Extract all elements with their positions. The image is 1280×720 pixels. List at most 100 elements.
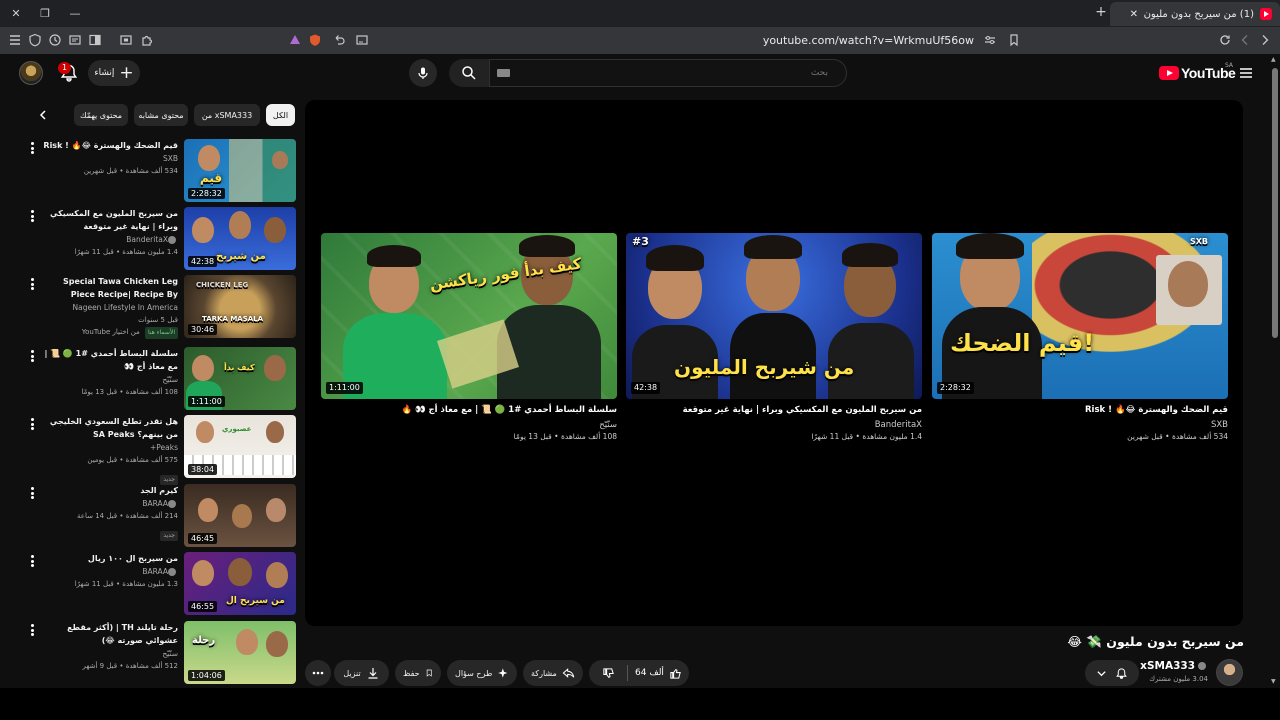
video-title[interactable]: من سيربح ال ١٠٠ ريال [40, 552, 178, 565]
scroll-down-icon[interactable]: ▼ [1271, 678, 1276, 685]
video-thumbnail[interactable]: من سيربح ال 46:55 [184, 552, 296, 615]
ask-button[interactable]: طرح سؤال [447, 660, 517, 686]
site-settings-icon[interactable] [982, 32, 998, 48]
window-close-icon[interactable]: ✕ [7, 4, 25, 22]
channel-name[interactable]: سنّيّح [40, 374, 178, 386]
page-scrollbar[interactable]: ▲ ▼ [1270, 54, 1280, 688]
screenshot-icon[interactable] [118, 32, 134, 48]
more-actions-icon[interactable] [26, 349, 38, 363]
pip-icon[interactable] [354, 32, 370, 48]
channel-name[interactable]: Peaks+ [40, 442, 178, 454]
video-thumbnail[interactable]: عصبوري 38:04 [184, 415, 296, 478]
youtube-logo[interactable]: YouTube [1159, 65, 1236, 81]
more-actions-icon[interactable] [26, 554, 38, 568]
channel-name[interactable]: سنّيّح [321, 419, 617, 431]
channel-name[interactable]: BanderitaX [126, 235, 168, 244]
save-button[interactable]: حفظ [395, 660, 441, 686]
video-title[interactable]: قيم الضحك والهسترة 😂🔥 ! Risk [932, 404, 1228, 416]
extension-puzzle-icon[interactable] [139, 32, 155, 48]
video-title[interactable]: من سيربح المليون مع المكسيكي وبراء | نها… [626, 404, 922, 416]
channel-name[interactable]: xSMA333 [1140, 660, 1195, 672]
video-thumbnail[interactable]: قيم الضحك! SXB 2:28:32 [932, 233, 1228, 399]
reader-icon[interactable] [67, 32, 83, 48]
subscription-button[interactable] [1085, 660, 1139, 686]
channel-name[interactable]: BanderitaX [626, 419, 922, 431]
list-item[interactable]: من سيربح المليون مع المكسيكي وبراء | نها… [24, 207, 296, 271]
end-screen-card[interactable]: #3 من شيربح المليون 42:38 من سيربح الملي… [626, 233, 922, 443]
video-player[interactable]: كيف بدأ فور رياكشن 1:11:00 سلسلة البساط … [305, 100, 1243, 626]
more-actions-icon[interactable] [26, 486, 38, 500]
keyboard-icon[interactable] [497, 69, 510, 77]
list-item[interactable]: Special Tawa Chicken Leg Piece Recipe| R… [24, 275, 296, 339]
search-input[interactable] [489, 59, 847, 87]
like-button[interactable]: 64 ألف [628, 660, 689, 686]
video-thumbnail[interactable]: 46:45 [184, 484, 296, 547]
video-title[interactable]: كيرم الجد [40, 484, 178, 497]
reload-icon[interactable] [1217, 32, 1233, 48]
guide-menu-icon[interactable] [1238, 65, 1254, 81]
scroll-thumb[interactable] [1272, 68, 1278, 338]
chip-all[interactable]: الكل [266, 104, 295, 126]
new-tab-button[interactable]: + [1092, 4, 1110, 20]
channel-name[interactable]: BARAA [142, 499, 168, 508]
chip-related[interactable]: محتوى مشابه [134, 104, 188, 126]
address-bar[interactable]: youtube.com/watch?v=WrkmuUf56ow [280, 30, 1030, 51]
window-minimize-icon[interactable]: — [66, 4, 84, 22]
more-actions-icon[interactable] [26, 209, 38, 223]
channel-name[interactable]: سنّيّح [40, 648, 178, 660]
more-actions-icon[interactable] [26, 623, 38, 637]
more-actions-button[interactable] [305, 660, 331, 686]
share-button[interactable]: مشاركة [523, 660, 583, 686]
channel-name[interactable]: SXB [40, 153, 178, 165]
channel-avatar[interactable] [1216, 659, 1243, 686]
video-thumbnail[interactable]: من شيربح 42:38 [184, 207, 296, 270]
bookmark-icon[interactable] [1006, 32, 1022, 48]
video-title[interactable]: هل تقدر تطلع السعودي الخليجي من بينهم؟ S… [40, 415, 178, 441]
window-maximize-icon[interactable]: ❐ [36, 4, 54, 22]
chevron-left-icon[interactable] [34, 106, 52, 124]
channel-name[interactable]: SXB [932, 419, 1228, 431]
more-actions-icon[interactable] [26, 417, 38, 431]
video-title[interactable]: من سيربح المليون مع المكسيكي وبراء | نها… [40, 207, 178, 233]
channel-name[interactable]: BARAA [142, 567, 168, 576]
forward-arrow-icon[interactable] [1257, 32, 1273, 48]
video-thumbnail[interactable]: كيف بدأ 1:11:00 [184, 347, 296, 410]
vpn-triangle-icon[interactable] [287, 32, 303, 48]
video-thumbnail[interactable]: رحلة 1:04:06 [184, 621, 296, 684]
download-button[interactable]: تنزيل [334, 660, 389, 686]
video-title[interactable]: رحلة تايلند TH | (أكثر مقطع عشوائي صورته… [40, 621, 178, 647]
hamburger-menu-icon[interactable] [7, 32, 23, 48]
sidebar-toggle-icon[interactable] [87, 32, 103, 48]
account-avatar[interactable] [19, 61, 43, 85]
browser-tab-active[interactable]: ✕ (1) من سيربح بدون مليون 💸 [1110, 2, 1280, 26]
voice-search-button[interactable] [409, 59, 437, 87]
video-title[interactable]: سلسلة البساط أحمدي #1 🟢 📜 | مع معاذ أج 👀 [40, 347, 178, 373]
video-title[interactable]: قيم الضحك والهسترة 😂🔥 ! Risk [40, 139, 178, 152]
video-title[interactable]: Special Tawa Chicken Leg Piece Recipe| R… [40, 275, 178, 301]
video-thumbnail[interactable]: CHICKEN LEG TARKA MASALA 30:46 [184, 275, 296, 338]
undo-icon[interactable] [331, 32, 347, 48]
video-thumbnail[interactable]: #3 من شيربح المليون 42:38 [626, 233, 922, 399]
more-actions-icon[interactable] [26, 277, 38, 291]
chip-from-channel[interactable]: من xSMA333 [194, 104, 260, 126]
shield-icon[interactable] [27, 32, 43, 48]
list-item[interactable]: من سيربح ال ١٠٠ ريال BARAA 1.3 مليون مشا… [24, 552, 296, 616]
end-screen-card[interactable]: كيف بدأ فور رياكشن 1:11:00 سلسلة البساط … [321, 233, 617, 443]
create-button[interactable]: إنشاء + [88, 60, 140, 86]
search-button[interactable] [449, 59, 489, 87]
video-thumbnail[interactable]: قيم 2:28:32 [184, 139, 296, 202]
list-item[interactable]: كيرم الجد BARAA 214 ألف مشاهدة • قبل 14 … [24, 484, 296, 548]
channel-name[interactable]: Nageen Lifestyle In America [40, 302, 178, 314]
list-item[interactable]: هل تقدر تطلع السعودي الخليجي من بينهم؟ S… [24, 415, 296, 485]
end-screen-card[interactable]: قيم الضحك! SXB 2:28:32 قيم الضحك والهستر… [932, 233, 1228, 443]
back-arrow-icon[interactable] [1237, 32, 1253, 48]
url-text[interactable]: youtube.com/watch?v=WrkmuUf56ow [763, 34, 974, 47]
scroll-up-icon[interactable]: ▲ [1271, 56, 1276, 63]
dislike-button[interactable] [589, 660, 627, 686]
chip-recommended-for-you[interactable]: محتوى يهمّك [74, 104, 128, 126]
list-item[interactable]: قيم الضحك والهسترة 😂🔥 ! Risk SXB 534 ألف… [24, 139, 296, 203]
list-item[interactable]: رحلة تايلند TH | (أكثر مقطع عشوائي صورته… [24, 621, 296, 685]
tab-close-icon[interactable]: ✕ [1130, 9, 1138, 20]
video-thumbnail[interactable]: كيف بدأ فور رياكشن 1:11:00 [321, 233, 617, 399]
brave-shield-icon[interactable] [307, 32, 323, 48]
